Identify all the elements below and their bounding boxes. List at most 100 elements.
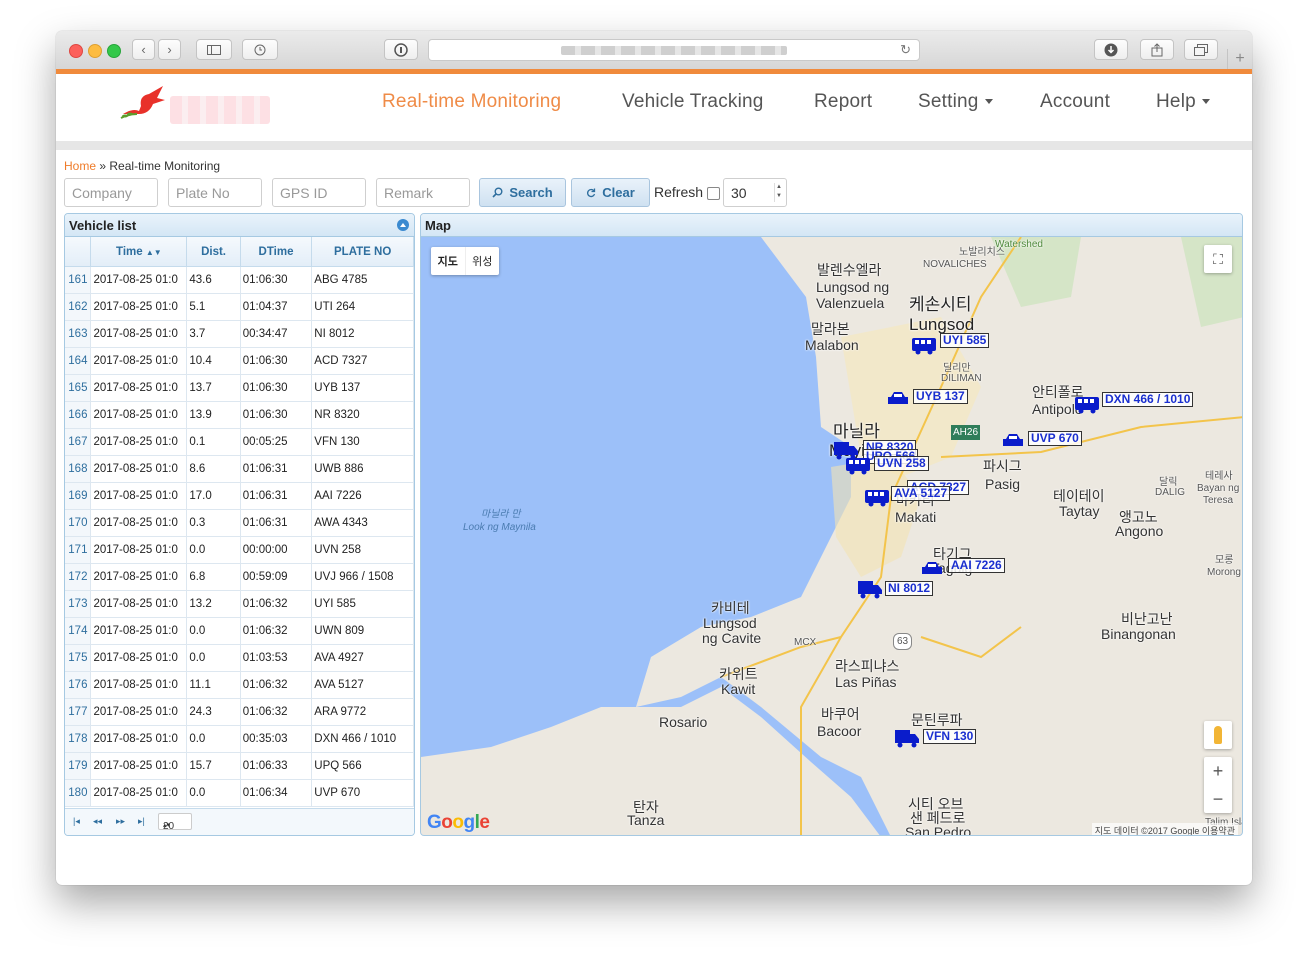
vehicle-tag[interactable]: DXN 466 / 1010 [1102,392,1194,407]
tabs-button[interactable] [1184,39,1218,60]
map-label: Makati [895,509,937,525]
map-type-roadmap[interactable]: 지도 [431,247,466,275]
table-row[interactable]: 167 2017-08-25 01:0 0.1 00:05:25 VFN 130 [65,428,414,456]
forward-button[interactable]: › [158,39,181,60]
nav-report[interactable]: Report [814,91,872,113]
bus-icon[interactable] [845,457,871,480]
bus-icon[interactable] [1074,396,1100,419]
address-bar[interactable]: ↻ [428,39,920,61]
table-header-row: Time ▲▼ Dist. DTime PLATE NO [65,237,414,267]
cell-plate: VFN 130 [311,428,414,456]
table-row[interactable]: 172 2017-08-25 01:0 6.8 00:59:09 UVJ 966 / 1… [65,563,414,591]
history-button[interactable] [242,39,278,60]
table-row[interactable]: 169 2017-08-25 01:0 17.0 01:06:31 AAI 7226 [65,482,414,510]
new-tab-button[interactable]: + [1227,49,1252,69]
truck-icon[interactable] [894,729,920,754]
vehicle-tag[interactable]: VFN 130 [923,729,977,744]
nav-setting[interactable]: Setting [918,91,993,113]
map-label: 라스피냐스 [835,658,900,674]
prev-page-icon[interactable]: ◂◂ [93,816,102,827]
table-row[interactable]: 171 2017-08-25 01:0 0.0 00:00:00 UVN 258 [65,536,414,564]
cell-time: 2017-08-25 01:0 [90,644,188,672]
vehicle-tag[interactable]: UYI 585 [940,333,990,348]
search-button[interactable]: Search [479,178,566,207]
taxi-icon[interactable] [921,561,943,582]
zoom-in-icon[interactable]: + [1204,757,1232,785]
col-time-header[interactable]: Time ▲▼ [90,237,188,267]
col-dist-header[interactable]: Dist. [186,237,241,267]
table-row[interactable]: 177 2017-08-25 01:0 24.3 01:06:32 ARA 9772 [65,698,414,726]
vehicle-tag[interactable]: UVP 670 [1028,431,1082,446]
first-page-icon[interactable]: |◂ [73,816,80,827]
taxi-icon[interactable] [887,391,909,412]
table-row[interactable]: 178 2017-08-25 01:0 0.0 00:35:03 DXN 466 / 1… [65,725,414,753]
map-label: 테이테이 [1053,488,1105,504]
bus-icon[interactable] [911,337,937,360]
close-window-button[interactable] [69,44,83,58]
zoom-window-button[interactable] [107,44,121,58]
table-row[interactable]: 180 2017-08-25 01:0 0.0 01:06:34 UVP 670 [65,779,414,807]
back-button[interactable]: ‹ [132,39,155,60]
row-number: 171 [65,536,92,564]
breadcrumb-home-link[interactable]: Home [64,159,96,173]
vehicle-tag[interactable]: UVN 258 [874,456,929,471]
refresh-checkbox[interactable] [707,187,720,200]
downloads-button[interactable] [1094,39,1128,60]
vehicle-tag[interactable]: NI 8012 [885,581,934,596]
map-type-satellite[interactable]: 위성 [466,247,500,275]
truck-icon[interactable] [857,580,883,605]
refresh-interval-stepper[interactable]: 30 ▲ ▼ [723,178,787,207]
nav-help[interactable]: Help [1156,91,1210,113]
col-dtime-header[interactable]: DTime [240,237,313,267]
vehicle-tag[interactable]: UYB 137 [913,389,968,404]
table-row[interactable]: 164 2017-08-25 01:0 10.4 01:06:30 ACD 7327 [65,347,414,375]
zoom-out-icon[interactable]: − [1204,785,1232,813]
table-row[interactable]: 173 2017-08-25 01:0 13.2 01:06:32 UYI 585 [65,590,414,618]
table-row[interactable]: 161 2017-08-25 01:0 43.6 01:06:30 ABG 4785 [65,266,414,294]
share-button[interactable] [1140,39,1174,60]
table-row[interactable]: 168 2017-08-25 01:0 8.6 01:06:31 UWB 886 [65,455,414,483]
col-plate-header[interactable]: PLATE NO [311,237,414,267]
nav-setting-label: Setting [918,91,979,112]
table-row[interactable]: 175 2017-08-25 01:0 0.0 01:03:53 AVA 4927 [65,644,414,672]
red-bird-logo-icon[interactable] [119,84,169,124]
nav-realtime-monitoring[interactable]: Real-time Monitoring [382,91,561,113]
remark-input[interactable]: Remark [376,178,470,207]
table-row[interactable]: 163 2017-08-25 01:0 3.7 00:34:47 NI 8012 [65,320,414,348]
collapse-icon[interactable] [397,219,409,231]
chevron-right-icon: › [167,42,172,57]
last-page-icon[interactable]: ▸| [138,816,145,827]
gps-id-input[interactable]: GPS ID [272,178,366,207]
map-label: Taytay [1059,503,1100,519]
reader-button[interactable] [384,39,418,60]
street-view-pegman-icon[interactable] [1204,721,1232,749]
bus-icon[interactable] [864,489,890,512]
nav-vehicle-tracking[interactable]: Vehicle Tracking [622,91,764,113]
terms-link[interactable]: 이용약관 [1202,826,1235,835]
table-row[interactable]: 162 2017-08-25 01:0 5.1 01:04:37 UTI 264 [65,293,414,321]
map-canvas[interactable]: 지도 위성 ⛶ + − 발렌수엘라 Lungsod ng Valenzuela … [421,237,1242,835]
table-row[interactable]: 166 2017-08-25 01:0 13.9 01:06:30 NR 8320 [65,401,414,429]
nav-account[interactable]: Account [1040,91,1110,113]
table-row[interactable]: 176 2017-08-25 01:0 11.1 01:06:32 AVA 5127 [65,671,414,699]
row-number: 168 [65,455,92,483]
table-row[interactable]: 170 2017-08-25 01:0 0.3 01:06:31 AWA 4343 [65,509,414,537]
minimize-window-button[interactable] [88,44,102,58]
vehicle-tag[interactable]: AAI 7226 [948,558,1005,573]
vehicle-tag[interactable]: AVA 5127 [891,486,951,501]
plate-no-input[interactable]: Plate No [168,178,262,207]
stepper-arrows-icon[interactable]: ▲ ▼ [774,183,783,202]
table-row[interactable]: 174 2017-08-25 01:0 0.0 01:06:32 UWN 809 [65,617,414,645]
clear-button-label: Clear [602,185,635,200]
reload-icon[interactable]: ↻ [900,42,911,58]
next-page-icon[interactable]: ▸▸ [116,816,125,827]
taxi-icon[interactable] [1002,433,1024,454]
table-row[interactable]: 165 2017-08-25 01:0 13.7 01:06:30 UYB 137 [65,374,414,402]
fullscreen-icon[interactable]: ⛶ [1204,245,1232,273]
cell-dist: 17.0 [186,482,241,510]
page-size-select[interactable]: 20 ▴▾ [158,813,192,832]
company-input[interactable]: Company [64,178,158,207]
clear-button[interactable]: Clear [571,178,650,207]
sidebar-toggle-button[interactable] [196,39,232,60]
table-row[interactable]: 179 2017-08-25 01:0 15.7 01:06:33 UPQ 566 [65,752,414,780]
